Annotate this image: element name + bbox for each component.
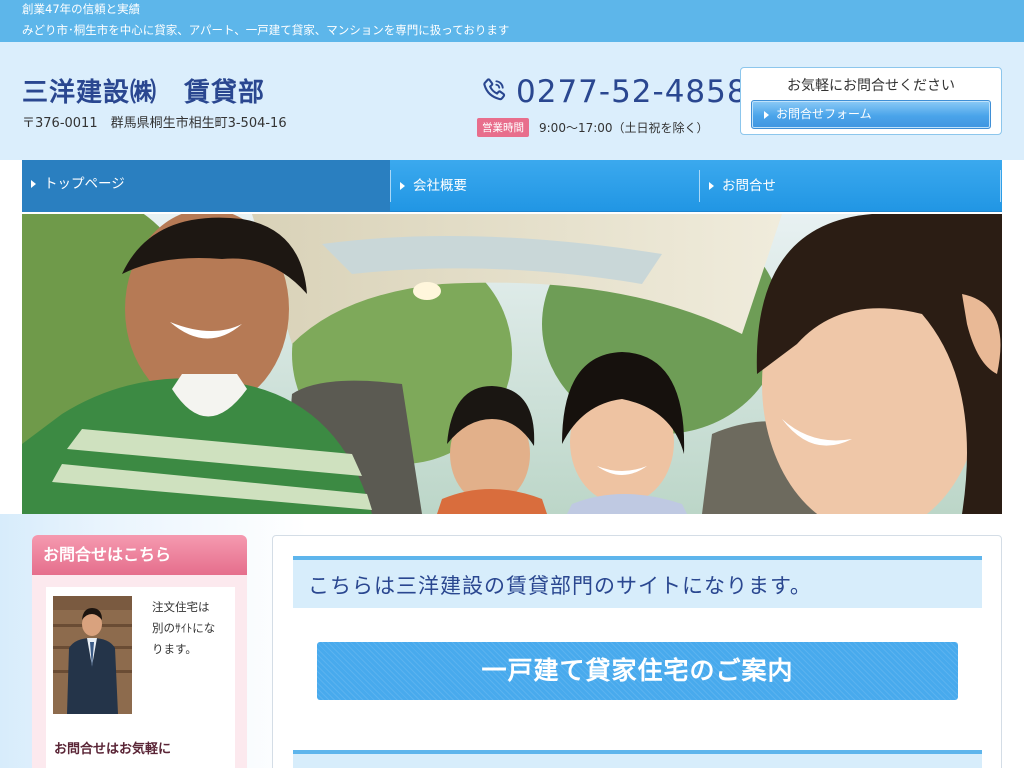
main-heading: こちらは三洋建設の賃貸部門のサイトになります。 xyxy=(308,574,812,598)
phone-icon xyxy=(480,76,508,108)
main-content: こちらは三洋建設の賃貸部門のサイトになります。 一戸建て貸家住宅のご案内 xyxy=(272,535,1002,768)
sidebar-note: 注文住宅は 別のｻｲﾄにな ります。 xyxy=(152,597,226,660)
contact-form-button[interactable]: お問合せフォーム xyxy=(751,100,991,129)
main-heading-box: こちらは三洋建設の賃貸部門のサイトになります。 xyxy=(293,556,982,608)
sidebar-subheading: お問合せはお気軽に xyxy=(54,742,172,757)
top-strip: 創業47年の信頼と実績 みどり市･桐生市を中心に貸家、アパート、一戸建て貸家、マ… xyxy=(0,0,1024,42)
arrow-right-icon xyxy=(764,111,769,119)
sidebar-contact: お問合せはこちら 注文住宅は 別のｻｲﾄにな ります。 お問合せはお気軽に xyxy=(32,535,247,768)
nav-item-top[interactable]: トップページ xyxy=(22,160,390,212)
global-nav: トップページ 会社概要 お問合せ xyxy=(22,160,1002,212)
sidebar-card: 注文住宅は 別のｻｲﾄにな ります。 お問合せはお気軽に xyxy=(46,587,235,768)
hours-badge: 営業時間 xyxy=(477,118,529,137)
phone-block: 0277-52-4858 xyxy=(480,74,748,110)
tagline: 創業47年の信頼と実績 xyxy=(22,2,141,16)
site-title[interactable]: 三洋建設㈱ 賃貸部 xyxy=(22,72,265,109)
hero-image xyxy=(22,214,1002,514)
nav-item-label: お問合せ xyxy=(722,178,776,194)
contact-form-button-label: お問合せフォーム xyxy=(776,107,872,121)
nav-divider xyxy=(1000,170,1001,202)
nav-item-label: 会社概要 xyxy=(413,178,467,194)
arrow-right-icon xyxy=(31,180,36,188)
site-description: みどり市･桐生市を中心に貸家、アパート、一戸建て貸家、マンションを専門に扱ってお… xyxy=(22,23,510,37)
arrow-right-icon xyxy=(709,182,714,190)
sidebar-heading: お問合せはこちら xyxy=(32,535,247,575)
nav-item-company[interactable]: 会社概要 xyxy=(391,160,699,212)
rental-house-guide-button[interactable]: 一戸建て貸家住宅のご案内 xyxy=(317,642,958,700)
business-hours: 営業時間 9:00～17:00（土日祝を除く） xyxy=(477,118,709,137)
contact-caption: お気軽にお問合せください xyxy=(787,78,955,94)
staff-photo xyxy=(53,596,132,714)
nav-item-label: トップページ xyxy=(44,176,125,192)
sidebar-note-line: ります。 xyxy=(152,642,197,656)
phone-number[interactable]: 0277-52-4858 xyxy=(516,74,748,110)
nav-item-contact[interactable]: お問合せ xyxy=(700,160,1000,212)
arrow-right-icon xyxy=(400,182,405,190)
sidebar-note-line: 別のｻｲﾄにな xyxy=(152,621,216,635)
site-header: 三洋建設㈱ 賃貸部 〒376-0011 群馬県桐生市相生町3-504-16 02… xyxy=(0,42,1024,160)
contact-box: お気軽にお問合せください お問合せフォーム xyxy=(740,67,1002,135)
section-heading-box xyxy=(293,750,982,768)
sidebar-note-line: 注文住宅は xyxy=(152,600,210,614)
company-address: 〒376-0011 群馬県桐生市相生町3-504-16 xyxy=(22,116,287,131)
hours-text: 9:00～17:00（土日祝を除く） xyxy=(539,121,709,135)
